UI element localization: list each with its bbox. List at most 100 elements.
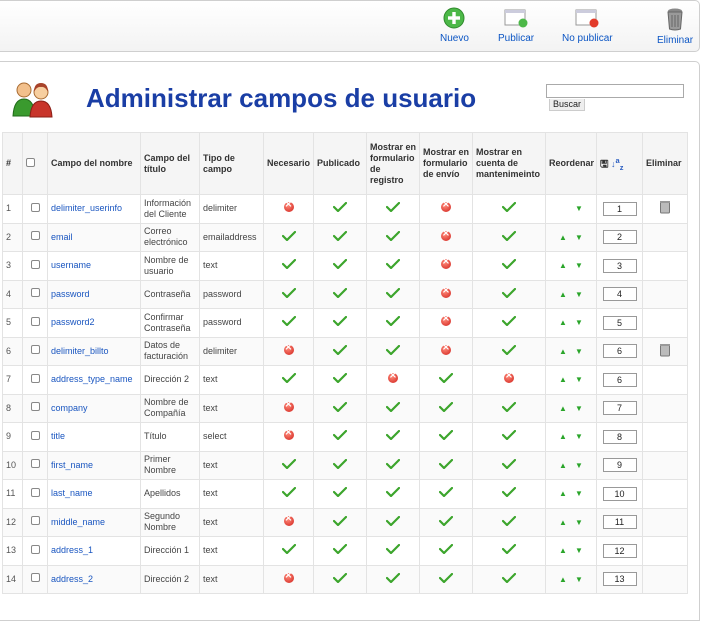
check-icon[interactable]: [281, 316, 296, 327]
col-type[interactable]: Tipo de campo: [199, 132, 264, 195]
check-icon[interactable]: [281, 287, 296, 298]
check-icon[interactable]: [439, 401, 453, 412]
select-all-checkbox[interactable]: [26, 157, 35, 167]
move-up-icon[interactable]: ▲: [555, 403, 571, 414]
order-input[interactable]: 9: [602, 458, 637, 473]
cross-icon[interactable]: [441, 256, 451, 270]
row-checkbox[interactable]: [30, 402, 40, 412]
check-icon[interactable]: [386, 287, 400, 298]
field-name-link[interactable]: delimiter_billto: [51, 346, 109, 356]
move-down-icon[interactable]: ▼: [571, 346, 587, 357]
move-down-icon[interactable]: ▼: [571, 574, 587, 585]
check-icon[interactable]: [333, 230, 347, 241]
move-down-icon[interactable]: ▼: [571, 517, 587, 528]
check-icon[interactable]: [439, 515, 453, 526]
field-name-link[interactable]: last_name: [51, 488, 93, 498]
sort-icon[interactable]: ↓az: [611, 156, 623, 172]
move-up-icon[interactable]: ▲: [555, 488, 571, 499]
save-order-icon[interactable]: 🖫: [600, 159, 609, 170]
check-icon[interactable]: [333, 202, 347, 213]
move-down-icon[interactable]: ▼: [571, 460, 587, 471]
check-icon[interactable]: [333, 458, 347, 469]
move-up-icon[interactable]: ▲: [555, 346, 571, 357]
row-checkbox[interactable]: [30, 573, 40, 583]
field-name-link[interactable]: title: [51, 431, 65, 441]
row-checkbox[interactable]: [30, 459, 40, 469]
check-icon[interactable]: [333, 487, 347, 498]
check-icon[interactable]: [502, 544, 516, 555]
row-checkbox[interactable]: [30, 345, 40, 355]
order-input[interactable]: 6: [602, 372, 637, 387]
field-name-link[interactable]: password2: [51, 317, 95, 327]
publish-button[interactable]: Publicar: [498, 7, 534, 44]
check-icon[interactable]: [333, 373, 347, 384]
check-icon[interactable]: [333, 316, 347, 327]
check-icon[interactable]: [333, 515, 347, 526]
check-icon[interactable]: [333, 401, 347, 412]
check-icon[interactable]: [333, 430, 347, 441]
check-icon[interactable]: [386, 458, 400, 469]
cross-icon[interactable]: [283, 399, 294, 412]
check-icon[interactable]: [502, 401, 516, 412]
row-checkbox[interactable]: [30, 487, 40, 497]
row-checkbox[interactable]: [30, 373, 40, 383]
check-icon[interactable]: [502, 202, 516, 213]
row-checkbox[interactable]: [30, 231, 40, 241]
order-input[interactable]: 1: [602, 201, 637, 216]
check-icon[interactable]: [502, 430, 516, 441]
delete-button[interactable]: Eliminar: [657, 7, 693, 46]
check-icon[interactable]: [502, 316, 516, 327]
check-icon[interactable]: [386, 202, 400, 213]
check-icon[interactable]: [386, 515, 400, 526]
move-down-icon[interactable]: ▼: [571, 403, 587, 414]
cross-icon[interactable]: [283, 342, 294, 355]
order-input[interactable]: 8: [602, 429, 637, 444]
check-icon[interactable]: [502, 458, 516, 469]
cross-icon[interactable]: [441, 228, 451, 241]
trash-icon[interactable]: [659, 343, 671, 357]
cross-icon[interactable]: [504, 370, 514, 384]
move-down-icon[interactable]: ▼: [571, 232, 587, 243]
check-icon[interactable]: [502, 572, 516, 583]
cross-icon[interactable]: [283, 427, 294, 441]
col-name[interactable]: Campo del nombre: [47, 132, 141, 195]
move-down-icon[interactable]: ▼: [571, 374, 587, 385]
col-registration[interactable]: Mostrar en formulario de registro: [366, 132, 420, 195]
move-up-icon[interactable]: ▲: [555, 317, 571, 328]
check-icon[interactable]: [439, 572, 453, 583]
check-icon[interactable]: [502, 515, 516, 526]
check-icon[interactable]: [281, 458, 296, 469]
unpublish-button[interactable]: No publicar: [562, 7, 613, 44]
new-button[interactable]: Nuevo: [440, 7, 469, 44]
order-input[interactable]: 6: [602, 344, 637, 359]
field-name-link[interactable]: address_type_name: [51, 374, 133, 384]
check-icon[interactable]: [502, 487, 516, 498]
move-down-icon[interactable]: ▼: [571, 289, 587, 300]
order-input[interactable]: 11: [602, 515, 637, 530]
order-input[interactable]: 4: [602, 287, 637, 302]
col-account[interactable]: Mostrar en cuenta de mantenimeinto: [472, 132, 546, 195]
check-icon[interactable]: [502, 287, 516, 298]
move-down-icon[interactable]: ▼: [571, 488, 587, 499]
check-icon[interactable]: [439, 458, 453, 469]
cross-icon[interactable]: [441, 285, 451, 298]
move-down-icon[interactable]: ▼: [571, 317, 587, 328]
search-input[interactable]: [546, 84, 684, 98]
check-icon[interactable]: [439, 487, 453, 498]
check-icon[interactable]: [502, 344, 516, 355]
field-name-link[interactable]: address_2: [51, 574, 93, 584]
check-icon[interactable]: [281, 487, 296, 498]
row-checkbox[interactable]: [30, 202, 40, 212]
check-icon[interactable]: [439, 373, 453, 384]
field-name-link[interactable]: email: [51, 232, 73, 242]
order-input[interactable]: 13: [602, 572, 637, 587]
order-input[interactable]: 2: [602, 230, 637, 245]
field-name-link[interactable]: address_1: [51, 545, 93, 555]
cross-icon[interactable]: [441, 313, 451, 327]
check-icon[interactable]: [281, 259, 296, 270]
field-name-link[interactable]: middle_name: [51, 517, 105, 527]
cross-icon[interactable]: [283, 199, 294, 213]
cross-icon[interactable]: [283, 570, 294, 583]
check-icon[interactable]: [502, 259, 516, 270]
check-icon[interactable]: [502, 230, 516, 241]
